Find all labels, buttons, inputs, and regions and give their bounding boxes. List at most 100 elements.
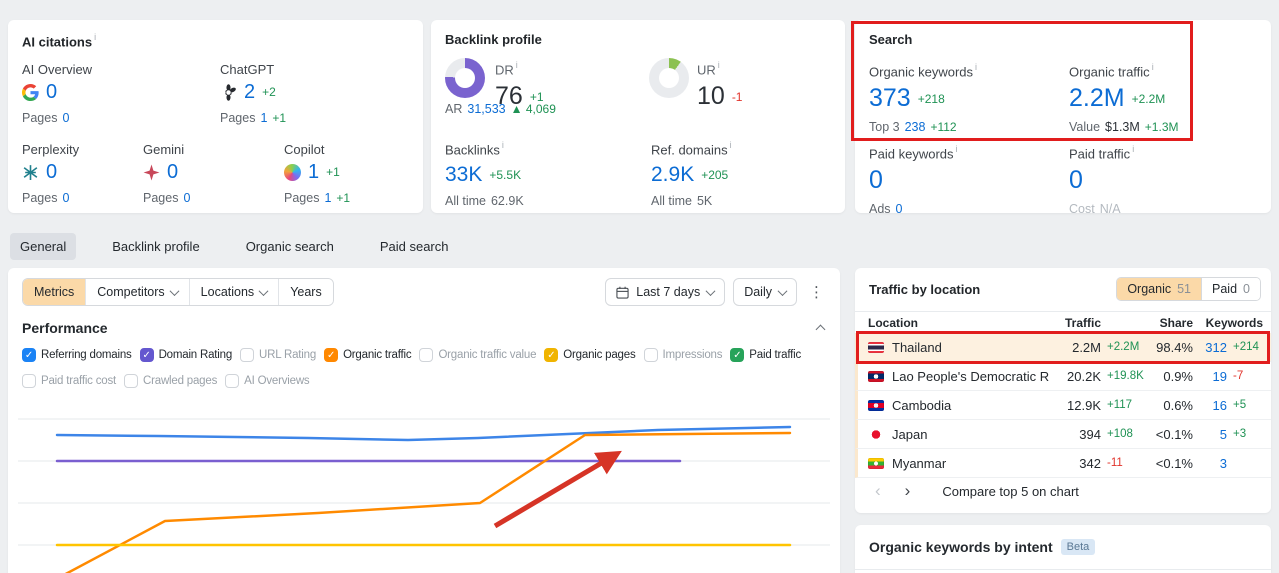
- info-icon[interactable]: i: [956, 144, 958, 154]
- keywords-by-intent-title: Organic keywords by intent: [869, 539, 1053, 555]
- performance-chart[interactable]: [8, 391, 840, 573]
- ai-citations-title: AI citations: [22, 34, 93, 50]
- chart-filters: Metrics Competitors Locations Years: [22, 278, 334, 306]
- ahrefs-overview-page: AI citations i AI Overview 0 Pages 0 ChatG…: [0, 0, 1279, 573]
- info-icon[interactable]: i: [94, 32, 96, 42]
- keywords-by-intent-card: Organic keywords by intent Beta: [855, 525, 1271, 573]
- perplexity-count[interactable]: 0: [46, 162, 57, 182]
- pages-count[interactable]: 0: [62, 111, 69, 125]
- chevron-down-icon: [777, 285, 788, 296]
- traffic-by-location-card: Traffic by location Organic 51 Paid 0 Loca…: [855, 268, 1271, 513]
- checkbox-referring-domains[interactable]: ✓ Referring domains: [22, 348, 132, 362]
- collapse-section-icon[interactable]: [815, 324, 826, 335]
- location-row-myanmar[interactable]: Myanmar 342 -11 <0.1% 3: [855, 449, 1271, 478]
- japan-flag-icon: [868, 428, 884, 440]
- paid-keywords-label: Paid keywords: [869, 146, 954, 162]
- ads-value[interactable]: 0: [896, 202, 903, 216]
- ar-value[interactable]: 31,533: [467, 102, 505, 116]
- metric-checkbox-row-2: Paid traffic cost Crawled pages AI Overv…: [22, 374, 310, 388]
- copilot-count[interactable]: 1: [308, 162, 319, 182]
- checkbox-icon: [124, 374, 139, 388]
- organic-keywords-value[interactable]: 373: [869, 86, 911, 111]
- checkbox-paid-traffic-cost[interactable]: Paid traffic cost: [22, 374, 116, 388]
- granularity-dropdown[interactable]: Daily: [733, 278, 797, 306]
- prev-page-icon[interactable]: ‹: [869, 481, 887, 501]
- location-row-japan[interactable]: Japan 394 +108 <0.1% 5 +3: [855, 420, 1271, 449]
- divider: [855, 569, 1271, 570]
- checkbox-icon: [22, 374, 36, 388]
- info-icon[interactable]: i: [1152, 62, 1154, 72]
- more-options-button[interactable]: ⋮: [805, 285, 828, 300]
- checkbox-icon: [240, 348, 255, 362]
- ur-value: 10: [697, 82, 725, 111]
- checkbox-crawled-pages[interactable]: Crawled pages: [124, 374, 217, 388]
- location-row-cambodia[interactable]: Cambodia 12.9K +117 0.6% 16 +5: [855, 391, 1271, 420]
- checkbox-paid-traffic[interactable]: ✓ Paid traffic: [730, 348, 801, 362]
- calendar-icon: [616, 286, 629, 299]
- checkbox-url-rating[interactable]: URL Rating: [240, 348, 316, 362]
- compare-top5-link[interactable]: Compare top 5 on chart: [942, 484, 1079, 499]
- checkbox-icon: ✓: [730, 348, 745, 362]
- paid-traffic-value[interactable]: 0: [1069, 168, 1083, 193]
- tab-organic-search[interactable]: Organic search: [236, 233, 344, 260]
- ai-item-ai-overview: AI Overview 0 Pages 0: [22, 62, 93, 125]
- search-title: Search: [869, 32, 913, 47]
- checkbox-impressions[interactable]: Impressions: [643, 348, 722, 362]
- beta-badge: Beta: [1060, 539, 1096, 555]
- checkbox-icon: ✓: [544, 348, 559, 362]
- backlink-profile-title: Backlink profile: [445, 32, 542, 47]
- pages-count[interactable]: 1: [260, 111, 267, 125]
- ai-item-perplexity: Perplexity 0 Pages 0: [22, 142, 80, 205]
- info-icon[interactable]: i: [718, 60, 720, 70]
- pages-count[interactable]: 1: [324, 191, 331, 205]
- keywords-link[interactable]: 3: [1193, 456, 1227, 471]
- checkbox-organic-pages[interactable]: ✓ Organic pages: [544, 348, 636, 362]
- tab-general[interactable]: General: [10, 233, 77, 260]
- keywords-link[interactable]: 5: [1193, 427, 1227, 442]
- search-card: Search Organic keywords i 373 +218 Top 3 23…: [855, 20, 1271, 216]
- keywords-link[interactable]: 19: [1193, 369, 1227, 384]
- toggle-paid[interactable]: Paid 0: [1201, 278, 1260, 300]
- checkbox-icon: [225, 374, 240, 388]
- pages-count[interactable]: 0: [183, 191, 190, 205]
- checkbox-ai-overviews[interactable]: AI Overviews: [225, 374, 310, 388]
- tab-paid-search[interactable]: Paid search: [370, 233, 459, 260]
- backlinks-value[interactable]: 33K: [445, 164, 482, 185]
- toggle-organic[interactable]: Organic 51: [1117, 278, 1202, 300]
- checkbox-domain-rating[interactable]: ✓ Domain Rating: [139, 348, 232, 362]
- ref-domains-value[interactable]: 2.9K: [651, 164, 694, 185]
- ai-overview-count[interactable]: 0: [46, 82, 57, 102]
- years-button[interactable]: Years: [278, 279, 333, 305]
- myanmar-flag-icon: [868, 457, 884, 469]
- ai-item-chatgpt: ChatGPT 2 +2 Pages 1 +1: [220, 62, 287, 125]
- location-row-thailand[interactable]: Thailand 2.2M +2.2M 98.4% 312 +214: [855, 333, 1271, 362]
- chatgpt-count[interactable]: 2: [244, 82, 255, 102]
- organic-paid-toggle: Organic 51 Paid 0: [1116, 277, 1261, 301]
- checkbox-organic-traffic[interactable]: ✓ Organic traffic: [324, 348, 412, 362]
- annotation-arrow: [493, 450, 622, 529]
- keywords-link[interactable]: 16: [1193, 398, 1227, 413]
- locations-dropdown[interactable]: Locations: [188, 279, 279, 305]
- metric-checkbox-row-1: ✓ Referring domains ✓ Domain Rating URL Ra…: [22, 348, 801, 362]
- next-page-icon[interactable]: ›: [899, 481, 917, 501]
- gemini-count[interactable]: 0: [167, 162, 178, 182]
- info-icon[interactable]: i: [975, 62, 977, 72]
- paid-keywords-value[interactable]: 0: [869, 168, 883, 193]
- location-row-laos[interactable]: Lao People's Democratic Reput 20.2K +19.…: [855, 362, 1271, 391]
- date-range-dropdown[interactable]: Last 7 days: [605, 278, 726, 306]
- keywords-link[interactable]: 312: [1193, 340, 1227, 355]
- info-icon[interactable]: i: [502, 140, 504, 150]
- info-icon[interactable]: i: [1132, 144, 1134, 154]
- backlinks-label: Backlinks: [445, 142, 500, 158]
- pages-count[interactable]: 0: [62, 191, 69, 205]
- top3-value[interactable]: 238: [905, 120, 926, 134]
- tab-backlink-profile[interactable]: Backlink profile: [102, 233, 209, 260]
- organic-traffic-value[interactable]: 2.2M: [1069, 86, 1125, 111]
- paid-traffic-label: Paid traffic: [1069, 146, 1131, 162]
- info-icon[interactable]: i: [730, 140, 732, 150]
- backlink-profile-card: Backlink profile DR i 76 +1 AR 31,533 ▲ 4,…: [431, 20, 845, 213]
- competitors-dropdown[interactable]: Competitors: [85, 279, 189, 305]
- checkbox-organic-traffic-value[interactable]: Organic traffic value: [419, 348, 536, 362]
- info-icon[interactable]: i: [516, 60, 518, 70]
- metrics-button[interactable]: Metrics: [23, 279, 86, 305]
